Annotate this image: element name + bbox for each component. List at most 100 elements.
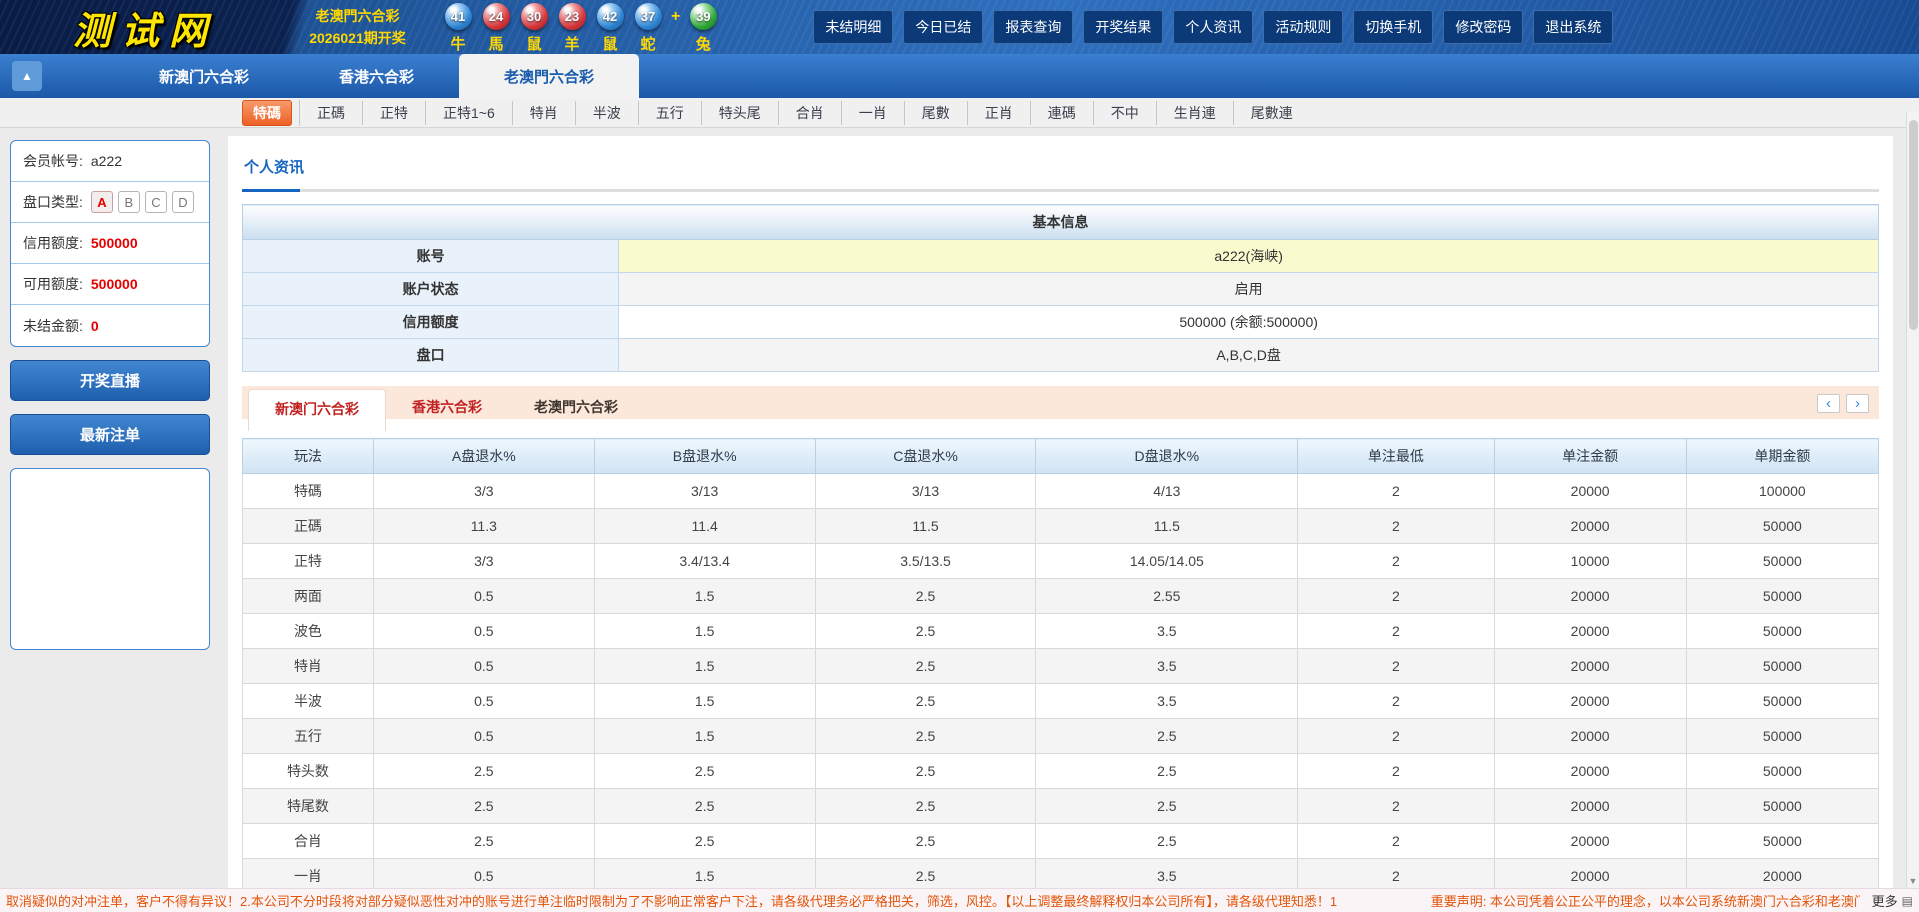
rate-tab-hongkong[interactable]: 香港六合彩 [386, 389, 508, 431]
nav-button-switch-mobile[interactable]: 切换手机 [1353, 10, 1434, 44]
subnav-item-lianma[interactable]: 連碼 [1033, 101, 1091, 125]
rate-tabs-strip: 新澳门六合彩 香港六合彩 老澳門六合彩 ‹ › [242, 386, 1879, 438]
nav-button-report-query[interactable]: 报表查询 [993, 10, 1074, 44]
subnav-cell: 五行 [639, 100, 702, 125]
subnav-item-weishulian[interactable]: 尾數連 [1236, 101, 1308, 125]
nav-button-settled-today[interactable]: 今日已结 [903, 10, 984, 44]
subnav-item-banbo[interactable]: 半波 [578, 101, 636, 125]
nav-button-unsettled-detail[interactable]: 未结明细 [813, 10, 894, 44]
lottery-ball: 23 羊 [557, 1, 587, 54]
info-row: 信用额度 500000 (余额:500000) [241, 305, 1879, 339]
subnav-item-zhengma[interactable]: 正碼 [302, 101, 360, 125]
rate-cell: 0.5 [372, 648, 595, 684]
sidebar-button-latest-bets[interactable]: 最新注单 [10, 414, 210, 455]
rate-tab-new-macau[interactable]: 新澳门六合彩 [248, 389, 386, 431]
play-name-cell: 正特 [242, 543, 374, 579]
account-value: 500000 [90, 276, 138, 292]
rate-cell: 1.5 [593, 578, 816, 614]
nav-button-activity-rules[interactable]: 活动规则 [1263, 10, 1344, 44]
rate-cell: 2 [1297, 473, 1495, 509]
rate-cell: 20000 [1493, 473, 1687, 509]
rate-cell: 2.5 [593, 753, 816, 789]
nav-button-change-password[interactable]: 修改密码 [1443, 10, 1524, 44]
table-row: 特碼 3/3 3/13 3/13 4/13 2 20000 100000 [242, 473, 1880, 509]
title-underline [242, 189, 1879, 192]
rate-cell: 20000 [1685, 858, 1880, 888]
subnav-item-hexiao[interactable]: 合肖 [781, 101, 839, 125]
plate-button-d[interactable]: D [171, 191, 194, 213]
play-name-cell: 特尾数 [242, 788, 374, 824]
plus-sign: + [671, 7, 681, 25]
sidebar-buttons: 开奖直播 最新注单 [10, 360, 210, 455]
rate-cell: 2 [1297, 788, 1495, 824]
rate-cell: 2 [1297, 508, 1495, 544]
lottery-tab-old-macau[interactable]: 老澳門六合彩 [459, 54, 640, 98]
rate-tabs: 新澳门六合彩 香港六合彩 老澳門六合彩 [248, 389, 644, 431]
subnav-item-texiao[interactable]: 特肖 [515, 101, 573, 125]
pager-next-button[interactable]: › [1846, 394, 1869, 413]
lottery-tab-new-macau[interactable]: 新澳门六合彩 [114, 54, 294, 98]
more-link[interactable]: 更多 ▤ [1872, 891, 1913, 910]
rate-cell: 3.4/13.4 [593, 543, 816, 579]
subnav-item-weishu[interactable]: 尾數 [907, 101, 965, 125]
nav-button-draw-results[interactable]: 开奖结果 [1083, 10, 1164, 44]
more-label: 更多 [1871, 894, 1898, 909]
vertical-scrollbar[interactable]: ▼ [1906, 112, 1919, 888]
scroll-down-arrow-icon[interactable]: ▼ [1907, 876, 1919, 886]
rate-cell: 14.05/14.05 [1035, 543, 1299, 579]
sidebar-button-live-draw[interactable]: 开奖直播 [10, 360, 210, 401]
rate-cell: 50000 [1685, 753, 1880, 789]
column-header: B盘退水% [593, 438, 816, 474]
play-type-bar: 特碼 正碼 正特 正特1~6 特肖 半波 五行 特头尾 合肖 一肖 尾數 正肖 連碼 不中 生肖連 尾數連 [0, 98, 1919, 128]
subnav-cell: 連碼 [1031, 100, 1094, 125]
rate-cell: 3.5 [1035, 858, 1299, 888]
nav-button-logout[interactable]: 退出系统 [1533, 10, 1614, 44]
table-row: 特肖 0.5 1.5 2.5 3.5 2 20000 50000 [242, 648, 1880, 684]
play-name-cell: 一肖 [242, 858, 374, 888]
rate-tab-old-macau[interactable]: 老澳門六合彩 [508, 389, 644, 431]
lottery-ball: 41 牛 [443, 1, 473, 54]
ball-zodiac: 馬 [488, 35, 504, 53]
rate-cell: 2.5 [1035, 718, 1299, 754]
ball-number: 24 [482, 2, 510, 30]
account-label: 会员帐号: [23, 153, 83, 169]
rate-cell: 2 [1297, 683, 1495, 719]
lottery-ball: 39 兔 [688, 1, 718, 54]
rate-cell: 50000 [1685, 543, 1880, 579]
rate-cell: 1.5 [593, 683, 816, 719]
content-area: 会员帐号: a222 盘口类型: A B C D 信用额度: 500000 可用额度: 500000… [0, 128, 1919, 888]
rate-cell: 1.5 [593, 858, 816, 888]
collapse-button[interactable]: ▲ [12, 61, 42, 91]
rate-cell: 0.5 [372, 858, 595, 888]
subnav-item-wuxing[interactable]: 五行 [641, 101, 699, 125]
subnav-item-shengxiaolian[interactable]: 生肖連 [1159, 101, 1231, 125]
plate-button-b[interactable]: B [117, 191, 140, 213]
basic-info-table: 基本信息 账号 a222(海峡) 账户状态 启用 信用额度 500000 (余额:5000… [241, 204, 1879, 372]
plate-button-c[interactable]: C [144, 191, 167, 213]
rate-cell: 0.5 [372, 683, 595, 719]
scrollbar-thumb[interactable] [1909, 120, 1918, 330]
plate-button-a[interactable]: A [90, 191, 113, 213]
subnav-item-zhengxiao[interactable]: 正肖 [970, 101, 1028, 125]
subnav-item-tetouwei[interactable]: 特头尾 [704, 101, 776, 125]
nav-button-profile[interactable]: 个人资讯 [1173, 10, 1254, 44]
column-header: 单注金额 [1493, 438, 1687, 474]
subnav-cell: 一肖 [842, 100, 905, 125]
table-row: 特头数 2.5 2.5 2.5 2.5 2 20000 50000 [242, 753, 1880, 789]
subnav-item-tema[interactable]: 特碼 [242, 99, 292, 126]
pager-prev-button[interactable]: ‹ [1817, 394, 1840, 413]
subnav-item-buzhong[interactable]: 不中 [1096, 101, 1154, 125]
info-label: 盘口 [241, 338, 620, 372]
lottery-tab-hongkong[interactable]: 香港六合彩 [294, 54, 459, 98]
account-row-available-limit: 可用额度: 500000 [11, 264, 209, 305]
info-row: 账户状态 启用 [241, 272, 1879, 306]
rate-cell: 50000 [1685, 683, 1880, 719]
subnav-item-yixiao[interactable]: 一肖 [844, 101, 902, 125]
rate-cell: 50000 [1685, 613, 1880, 649]
account-label: 盘口类型: [23, 194, 83, 210]
column-header: C盘退水% [814, 438, 1037, 474]
rate-cell: 1.5 [593, 718, 816, 754]
info-label: 账户状态 [241, 272, 620, 306]
subnav-item-zhengte-1-6[interactable]: 正特1~6 [428, 101, 510, 125]
subnav-item-zhengte[interactable]: 正特 [365, 101, 423, 125]
